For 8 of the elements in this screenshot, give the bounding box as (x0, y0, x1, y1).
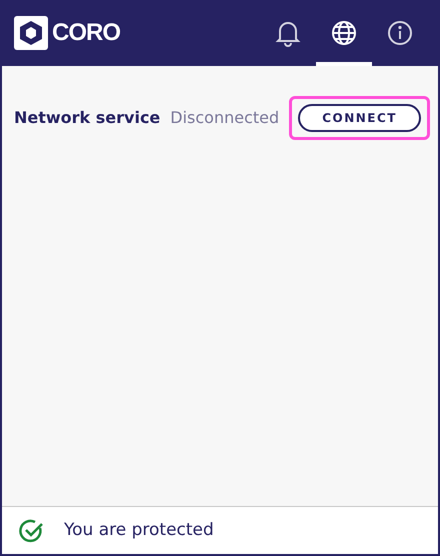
service-name: Network service (14, 107, 160, 129)
globe-icon (331, 20, 357, 46)
connect-button[interactable]: CONNECT (298, 104, 421, 132)
logo-text: CORO (52, 18, 120, 48)
logo-icon (14, 16, 48, 50)
service-status: Disconnected (170, 107, 280, 129)
info-icon (387, 20, 413, 46)
status-text: You are protected (64, 518, 214, 542)
